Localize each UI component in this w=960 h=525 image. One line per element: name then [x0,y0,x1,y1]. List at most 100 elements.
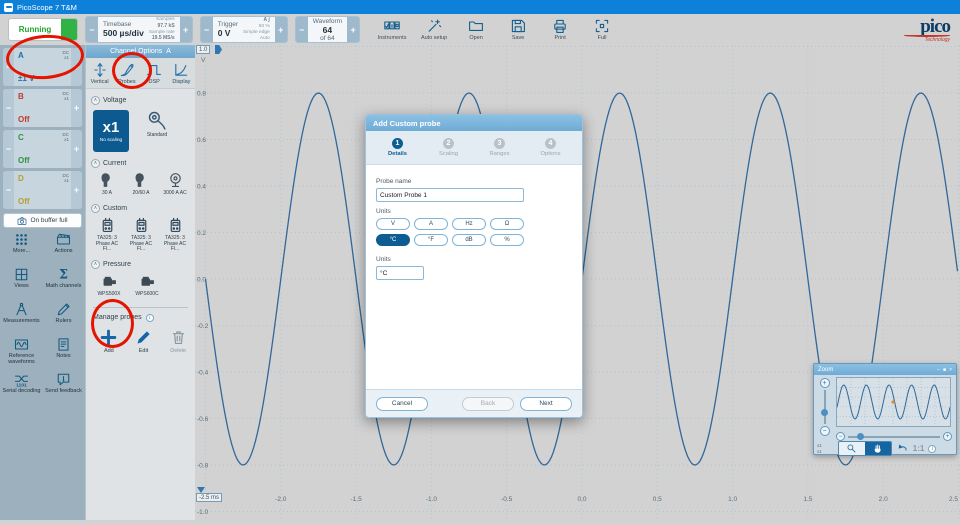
probe-20-60-a[interactable]: 20/60 A [126,172,156,197]
channel-increase-range[interactable]: + [71,171,82,209]
on-buffer-full-button[interactable]: On buffer full [3,213,82,228]
waveform-previous-button[interactable]: − [296,17,308,42]
cancel-button[interactable]: Cancel [376,397,428,411]
sidebar-item-measurements[interactable]: Measurements [1,302,43,337]
pan-tool-button[interactable] [865,442,891,455]
running-button[interactable]: Running [8,18,78,41]
channel-increase-range[interactable]: + [71,48,82,86]
pressure-probe-list: WPS500XWPS600C [92,273,190,298]
unit-button-f[interactable]: °F [414,234,448,246]
trigger-increase-button[interactable]: + [275,17,287,42]
back-button[interactable]: Back [462,397,514,411]
delete-probe-button[interactable]: Delete [166,329,190,354]
unit-button-[interactable]: % [490,234,524,246]
unit-button-[interactable]: Ω [490,218,524,230]
hand-icon [872,443,883,454]
unit-button-hz[interactable]: Hz [452,218,486,230]
probe-standard[interactable]: Standard [136,110,178,139]
voltage-section-header[interactable]: ∧ Voltage [91,96,190,105]
zoom-vertical-slider-thumb[interactable] [821,409,828,416]
zoom-overview-chart[interactable] [836,377,951,427]
sidebar-item-reference-waveforms[interactable]: Reference waveforms [1,337,43,372]
sidebar-item-serial-decoding[interactable]: 1101Serial decoding [1,372,43,407]
edit-probe-button[interactable]: Edit [132,329,156,354]
unit-button-c[interactable]: °C [376,234,410,246]
popout-icon[interactable]: ■ [943,367,946,373]
probe-ta325-3-phase-ac-fl[interactable]: TA325: 3 Phase AC Fl... [92,217,122,253]
close-icon[interactable]: × [949,367,952,373]
probe-ta325-3-phase-ac-fl[interactable]: TA325: 3 Phase AC Fl... [160,217,190,253]
instruments-button[interactable]: Instruments [373,18,411,41]
probe-3000-a-ac[interactable]: 3000 A AC [160,172,190,197]
channel-decrease-range[interactable]: − [3,48,14,86]
save-button[interactable]: Save [499,18,537,41]
print-button[interactable]: Print [541,18,579,41]
unit-button-v[interactable]: V [376,218,410,230]
timebase-increase-button[interactable]: + [180,17,192,42]
zoom-out-button[interactable]: − [820,426,830,436]
custom-section-header[interactable]: ∧ Custom [91,204,190,213]
tab-vertical[interactable]: Vertical [86,58,113,88]
channel-decrease-range[interactable]: − [3,130,14,168]
wizard-step-ranges[interactable]: 3Ranges [478,138,522,157]
undo-zoom-icon[interactable] [896,442,909,455]
sidebar-item-notes[interactable]: Notes [43,337,85,372]
sidebar-item-actions[interactable]: Actions [43,232,85,267]
dialog-body: Probe name Custom Probe 1 Units VAHzΩ°C°… [366,165,582,389]
multimeter-icon [133,217,150,234]
wizard-step-options[interactable]: 4Options [529,138,573,157]
current-section-header[interactable]: ∧ Current [91,159,190,168]
dialog-title-bar[interactable]: Add Custom probe [366,115,582,131]
zoom-horizontal-slider[interactable] [848,436,940,438]
channel-b-button[interactable]: −BOffDCx1+ [3,89,82,127]
pan-right-button[interactable]: + [943,432,952,441]
waveform-of: of 64 [313,35,342,42]
tab-dsp[interactable]: DSP [141,58,168,88]
channel-increase-range[interactable]: + [71,89,82,127]
sidebar-item-views[interactable]: Views [1,267,43,302]
probe-wps500x[interactable]: WPS500X [92,273,126,298]
zoom-tool-button[interactable] [839,442,865,455]
add-probe-button[interactable]: Add [97,329,121,354]
minimize-icon[interactable]: – [937,367,940,373]
pan-left-button[interactable]: − [836,432,845,441]
channel-d-button[interactable]: −DOffDCx1+ [3,171,82,209]
info-icon[interactable]: i [146,314,154,322]
channel-c-button[interactable]: −COffDCx1+ [3,130,82,168]
probe-name-input[interactable]: Custom Probe 1 [376,188,524,202]
sidebar-item-rulers[interactable]: Rulers [43,302,85,337]
unit-button-db[interactable]: dB [452,234,486,246]
wizard-step-scaling[interactable]: 2Scaling [427,138,471,157]
probe-wps600c[interactable]: WPS600C [130,273,164,298]
sidebar-item-more[interactable]: More... [1,232,43,267]
zoom-in-button[interactable]: + [820,378,830,388]
timebase-decrease-button[interactable]: − [86,17,98,42]
sidebar-item-send-feedback[interactable]: Send feedback [43,372,85,407]
auto-setup-button[interactable]: Auto setup [415,18,453,41]
waveform-next-button[interactable]: + [347,17,359,42]
pressure-section-header[interactable]: ∧ Pressure [91,260,190,269]
wizard-step-details[interactable]: 1Details [376,138,420,157]
channel-increase-range[interactable]: + [71,130,82,168]
tab-display[interactable]: Display [168,58,195,88]
next-button[interactable]: Next [520,397,572,411]
channel-decrease-range[interactable]: − [3,89,14,127]
zoom-window-title-bar[interactable]: Zoom – ■ × [814,364,956,375]
waveform-label: Waveform [313,18,342,25]
probe-30-a[interactable]: 30 A [92,172,122,197]
zoom-vertical-slider[interactable] [824,390,826,424]
open-button[interactable]: Open [457,18,495,41]
tab-probes[interactable]: Probes [113,58,140,88]
probe-x1-no-scaling[interactable]: x1 No scaling [93,110,129,152]
collapse-chevron-icon: ∧ [91,204,100,213]
probe-ta325-3-phase-ac-fl[interactable]: TA325: 3 Phase AC Fl... [126,217,156,253]
unit-button-a[interactable]: A [414,218,448,230]
sidebar-item-math-channels[interactable]: ΣMath channels [43,267,85,302]
units-input[interactable]: °C [376,266,424,280]
channel-a-button[interactable]: −A±1 VDCx1+ [3,48,82,86]
trigger-decrease-button[interactable]: − [201,17,213,42]
full-button[interactable]: Full [583,18,621,41]
info-icon[interactable]: i [928,445,936,453]
zoom-horizontal-slider-thumb[interactable] [857,433,864,440]
channel-decrease-range[interactable]: − [3,171,14,209]
